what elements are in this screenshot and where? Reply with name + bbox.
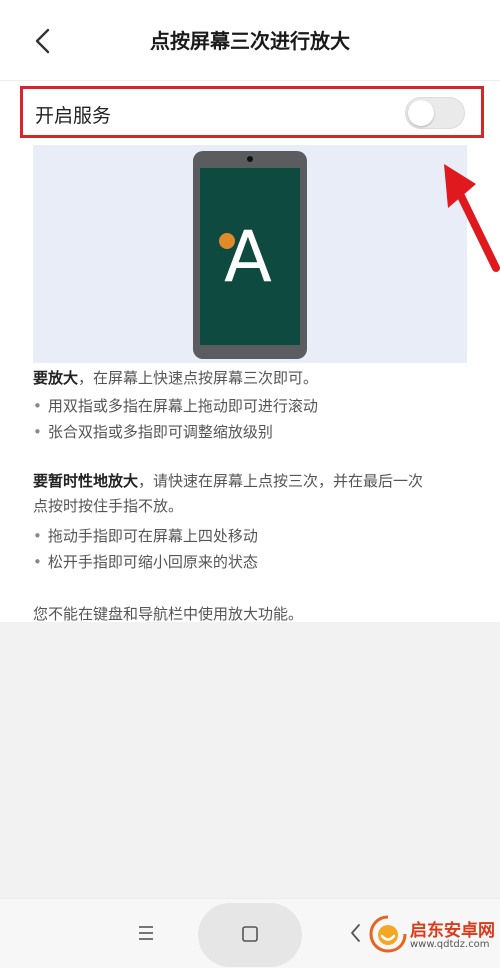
temp-zoom-title: 要暂时性地放大 <box>33 472 139 490</box>
list-item: • 用双指或多指在屏幕上拖动即可进行滚动 <box>33 397 318 415</box>
list-item: • 张合双指或多指即可调整缩放级别 <box>33 423 273 441</box>
watermark: 启东安卓网 www.qdtdz.com <box>368 914 500 966</box>
phone-illustration: A <box>193 151 307 359</box>
touch-point-icon <box>219 233 235 249</box>
watermark-logo-icon <box>369 915 407 953</box>
temp-zoom-text-2: 点按时按住手指不放。 <box>33 497 184 515</box>
list-item: • 拖动手指即可在屏幕上四处移动 <box>33 527 258 545</box>
back-icon[interactable] <box>346 921 366 945</box>
zoom-text: ，在屏幕上快速点按屏幕三次即可。 <box>78 369 319 387</box>
phone-screen: A <box>200 168 300 345</box>
watermark-url: www.qdtdz.com <box>410 939 490 950</box>
enable-service-row[interactable]: 开启服务 <box>20 86 484 138</box>
temp-zoom-instruction: 要暂时性地放大，请快速在屏幕上点按三次，并在最后一次 点按时按住手指不放。 <box>33 469 423 519</box>
illustration-letter: A <box>224 216 272 298</box>
list-item: • 松开手指即可缩小回原来的状态 <box>33 553 258 571</box>
header-bar: 点按屏幕三次进行放大 <box>0 0 500 81</box>
phone-camera <box>247 156 253 162</box>
temp-zoom-text-1: ，请快速在屏幕上点按三次，并在最后一次 <box>138 472 424 490</box>
keyboard-note: 您不能在键盘和导航栏中使用放大功能。 <box>33 605 304 623</box>
watermark-name: 启东安卓网 <box>410 921 495 941</box>
square-icon[interactable] <box>240 924 260 944</box>
magnification-illustration: A <box>33 145 467 363</box>
toggle-knob <box>408 100 434 126</box>
menu-icon[interactable] <box>136 923 156 943</box>
page-title: 点按屏幕三次进行放大 <box>150 29 350 53</box>
enable-service-label: 开启服务 <box>35 105 112 127</box>
zoom-title: 要放大 <box>33 369 79 387</box>
zoom-instruction: 要放大，在屏幕上快速点按屏幕三次即可。 <box>33 366 318 391</box>
enable-service-toggle[interactable] <box>405 97 465 129</box>
red-arrow-annotation <box>444 164 500 272</box>
